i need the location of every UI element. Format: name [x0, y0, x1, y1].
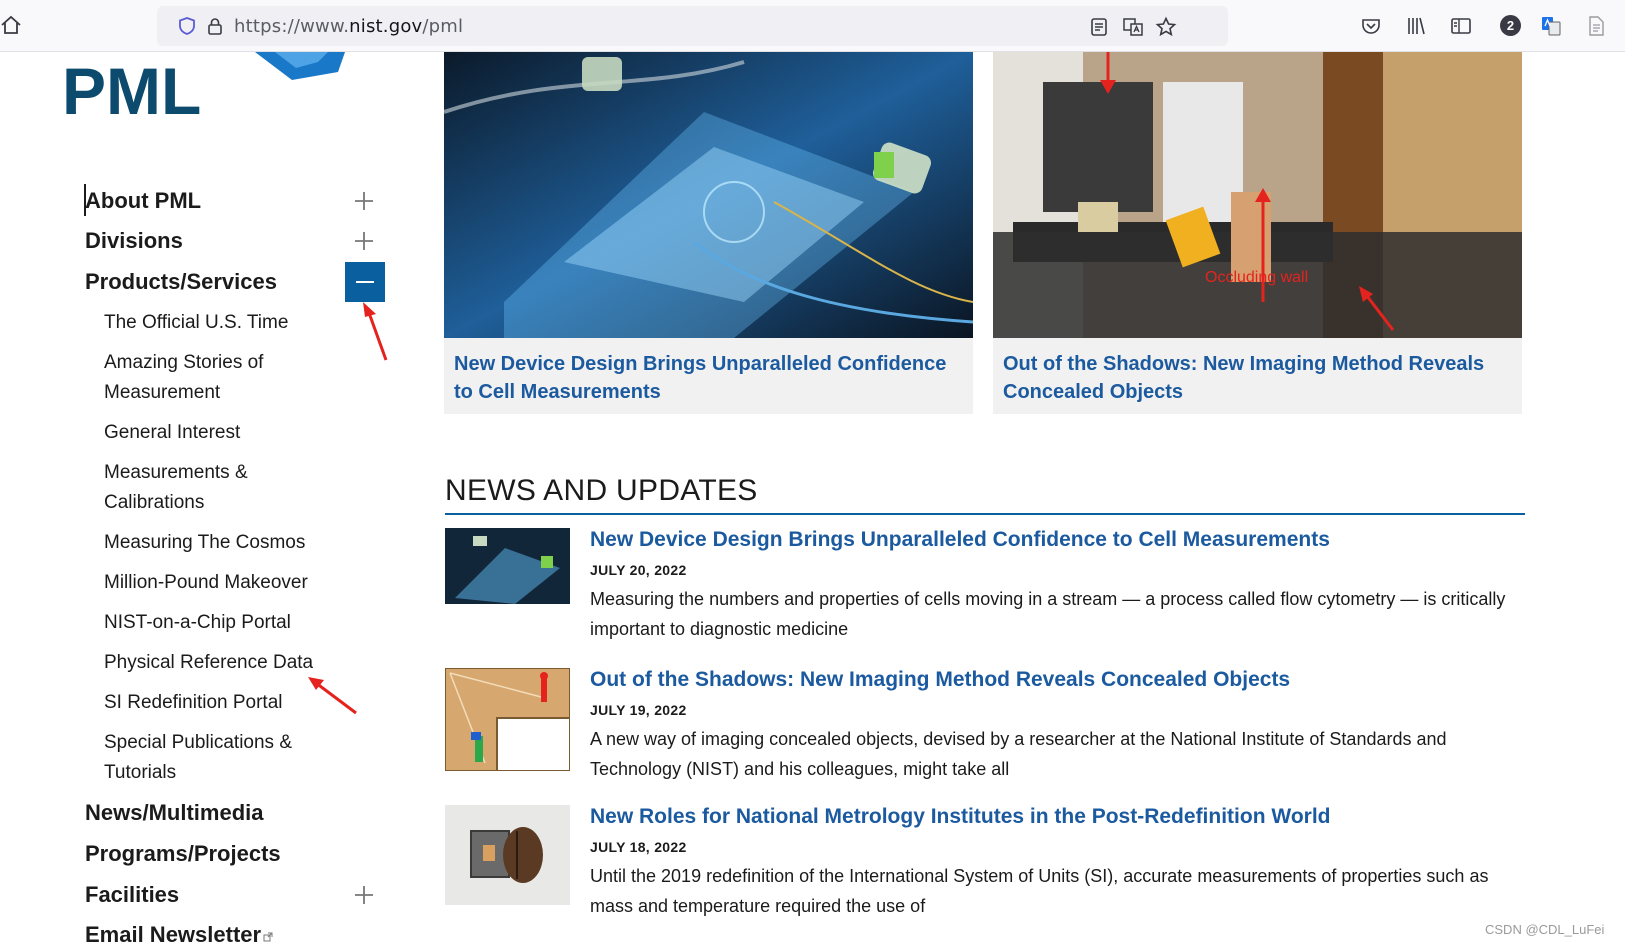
featured-card-title[interactable]: New Device Design Brings Unparalleled Co…	[454, 350, 954, 406]
news-summary: Measuring the numbers and properties of …	[590, 589, 1506, 639]
news-summary: A new way of imaging concealed objects, …	[590, 729, 1447, 779]
nav-sub-special-publications[interactable]: Special Publications & Tutorials	[104, 728, 314, 788]
imaging-setup-photo[interactable]: Occluding wall	[993, 52, 1522, 338]
bookmark-star-icon[interactable]	[1155, 16, 1177, 38]
nav-item-products-services[interactable]: Products/Services	[85, 269, 277, 295]
news-title[interactable]: Out of the Shadows: New Imaging Method R…	[590, 668, 1290, 692]
plus-icon[interactable]	[353, 884, 375, 906]
news-thumbnail[interactable]	[445, 528, 570, 604]
nav-sub-si-redefinition[interactable]: SI Redefinition Portal	[104, 688, 334, 718]
featured-card[interactable]: New Device Design Brings Unparalleled Co…	[444, 52, 973, 414]
translate-icon[interactable]	[1122, 16, 1144, 38]
nav-sub-amazing-stories[interactable]: Amazing Stories of Measurement	[104, 348, 294, 408]
collapse-button[interactable]	[345, 262, 385, 302]
url-domain: nist.gov	[349, 16, 423, 37]
nav-sub-official-time[interactable]: The Official U.S. Time	[104, 308, 334, 338]
nav-item-email-newsletter[interactable]: Email Newsletter	[85, 922, 273, 946]
news-thumbnail[interactable]	[445, 668, 570, 771]
news-divider	[445, 513, 1525, 515]
news-date: JULY 19, 2022	[590, 702, 687, 718]
plus-icon[interactable]	[353, 190, 375, 212]
nav-sub-measurements-calibrations[interactable]: Measurements & Calibrations	[104, 458, 274, 518]
nav-sub-general-interest[interactable]: General Interest	[104, 418, 334, 448]
nav-item-facilities[interactable]: Facilities	[85, 882, 179, 908]
page-icon[interactable]	[1585, 15, 1607, 37]
lock-icon[interactable]	[205, 16, 225, 36]
logo-text: PML	[62, 54, 201, 118]
pocket-icon[interactable]	[1360, 15, 1382, 37]
home-icon[interactable]	[0, 14, 22, 36]
address-bar[interactable]: https://www.nist.gov/pml	[157, 6, 1228, 46]
nav-item-about-pml[interactable]: About PML	[85, 188, 201, 214]
url-prefix: https://www.	[234, 16, 350, 37]
account-badge[interactable]: 2	[1500, 15, 1521, 36]
news-date: JULY 18, 2022	[590, 839, 687, 855]
news-heading: NEWS AND UPDATES	[445, 474, 758, 507]
news-title[interactable]: New Roles for National Metrology Institu…	[590, 805, 1330, 829]
microfluidic-device-photo[interactable]	[444, 52, 973, 338]
reader-view-icon[interactable]	[1088, 16, 1110, 38]
external-link-icon	[263, 932, 273, 942]
image-caption: Occluding wall	[1205, 269, 1308, 286]
nav-sub-nist-on-a-chip[interactable]: NIST-on-a-Chip Portal	[104, 608, 334, 638]
email-newsletter-label: Email Newsletter	[85, 922, 262, 946]
nav-sub-physical-reference-data[interactable]: Physical Reference Data	[104, 648, 334, 678]
featured-card-title[interactable]: Out of the Shadows: New Imaging Method R…	[1003, 350, 1503, 406]
nav-item-programs-projects[interactable]: Programs/Projects	[85, 841, 281, 867]
annotation-arrow	[308, 677, 357, 715]
shield-icon[interactable]	[177, 16, 197, 36]
annotation-arrow	[363, 302, 388, 361]
url-text[interactable]: https://www.nist.gov/pml	[234, 16, 463, 37]
nav-sub-measuring-cosmos[interactable]: Measuring The Cosmos	[104, 528, 334, 558]
browser-toolbar: https://www.nist.gov/pml 2	[0, 0, 1625, 52]
news-summary: Until the 2019 redefinition of the Inter…	[590, 866, 1489, 916]
url-path: /pml	[422, 16, 464, 37]
news-date: JULY 20, 2022	[590, 562, 687, 578]
watermark: CSDN @CDL_LuFei	[1485, 922, 1605, 937]
news-thumbnail[interactable]	[445, 805, 570, 905]
pml-logo[interactable]: PML	[60, 52, 345, 118]
sidebar-icon[interactable]	[1450, 15, 1472, 37]
featured-card[interactable]: Occluding wall Out of the Shadows: New I…	[993, 52, 1522, 414]
plus-icon[interactable]	[353, 230, 375, 252]
nav-item-divisions[interactable]: Divisions	[85, 228, 183, 254]
news-title[interactable]: New Device Design Brings Unparalleled Co…	[590, 528, 1330, 552]
library-icon[interactable]	[1405, 15, 1427, 37]
translate-extension-icon[interactable]	[1540, 15, 1562, 37]
nav-sub-million-pound[interactable]: Million-Pound Makeover	[104, 568, 334, 598]
nav-item-news-multimedia[interactable]: News/Multimedia	[85, 800, 263, 826]
